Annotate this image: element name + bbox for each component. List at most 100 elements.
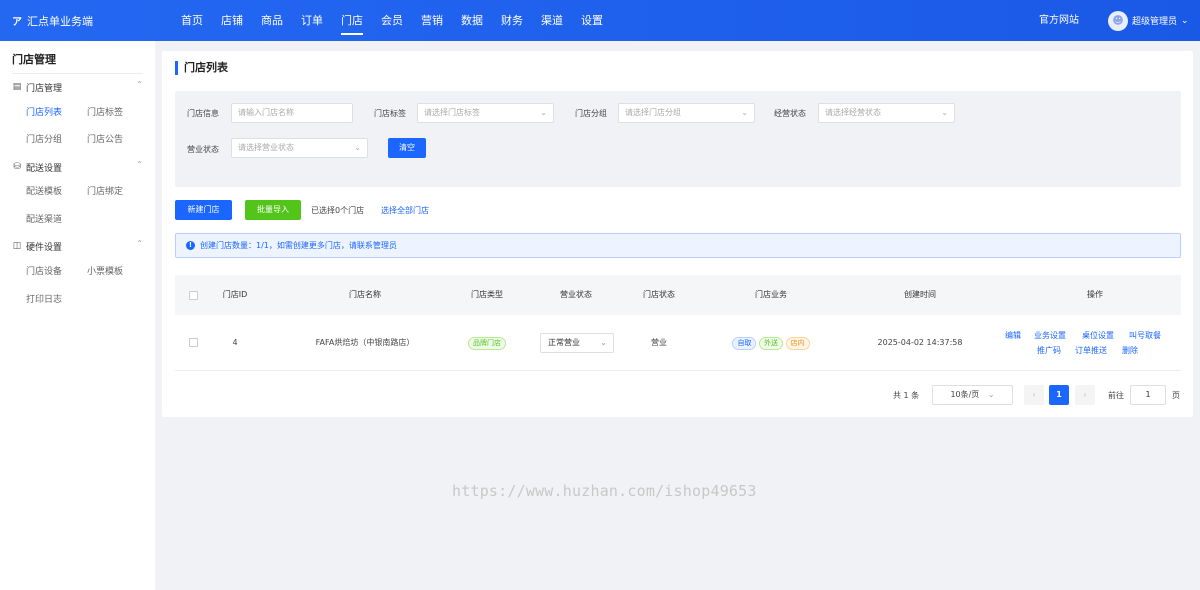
- chevron-down-icon: ⌄: [987, 390, 995, 399]
- watermark: https://www.huzhan.com/ishop49653: [452, 482, 757, 500]
- edit-link[interactable]: 编辑: [1005, 330, 1021, 341]
- store-group-select[interactable]: 请选择门店分组 ⌄: [618, 103, 755, 123]
- main-panel: 门店列表 门店信息 请输入门店名称 门店标签 请选择门店标签 ⌄ 门店分组 请选择…: [162, 51, 1193, 417]
- clear-button[interactable]: 清空: [388, 138, 426, 158]
- cell-store-id: 4: [232, 338, 238, 347]
- info-icon: !: [186, 241, 195, 250]
- sidebar-item-store-devices[interactable]: 门店设备: [26, 264, 62, 277]
- th-store-name: 门店名称: [349, 290, 381, 299]
- cell-created-time: 2025-04-02 14:37:58: [877, 338, 963, 347]
- top-nav: 首页 店铺 商品 订单 门店 会员 营销 数据 财务 渠道 设置: [172, 0, 612, 41]
- chevron-down-icon: ⌄: [354, 143, 361, 152]
- sidebar-divider: [12, 73, 143, 74]
- nav-stores[interactable]: 门店: [332, 0, 372, 41]
- page-suffix: 页: [1172, 391, 1180, 400]
- row-checkbox[interactable]: [189, 338, 198, 347]
- business-status-label: 营业状态: [187, 145, 219, 154]
- chevron-down-icon: ⌄: [1181, 15, 1189, 26]
- store-info-label: 门店信息: [187, 109, 219, 118]
- sidebar-item-store-binding[interactable]: 门店绑定: [87, 184, 123, 197]
- sidebar-item-store-list[interactable]: 门店列表: [26, 105, 62, 118]
- sidebar-group-label: 配送设置: [26, 163, 63, 174]
- sidebar-item-delivery-templates[interactable]: 配送模板: [26, 184, 62, 197]
- sidebar-item-store-groups[interactable]: 门店分组: [26, 132, 62, 145]
- goto-label: 前往: [1108, 391, 1124, 400]
- store-tag-label: 门店标签: [374, 109, 406, 118]
- nav-data[interactable]: 数据: [452, 0, 492, 41]
- delete-link[interactable]: 删除: [1122, 345, 1138, 356]
- business-status-value: 正常营业: [548, 338, 580, 347]
- top-bar: ア 汇点单业务端 首页 店铺 商品 订单 门店 会员 营销 数据 财务 渠道 设…: [0, 0, 1200, 41]
- order-push-link[interactable]: 订单推送: [1075, 345, 1107, 356]
- goto-page-input[interactable]: 1: [1130, 385, 1166, 405]
- sidebar-group-hardware-settings[interactable]: ◫ 硬件设置 ⌃: [12, 239, 143, 253]
- nav-shop[interactable]: 店铺: [212, 0, 252, 41]
- page-size-value: 10条/页: [950, 390, 980, 399]
- th-store-status: 门店状态: [643, 290, 675, 299]
- brand[interactable]: ア 汇点单业务端: [12, 0, 93, 41]
- nav-orders[interactable]: 订单: [292, 0, 332, 41]
- prev-page-button[interactable]: ‹: [1024, 385, 1044, 405]
- service-tag-delivery: 外送: [759, 337, 783, 350]
- operate-status-label: 经营状态: [774, 109, 806, 118]
- select-all-checkbox[interactable]: [189, 291, 198, 300]
- nav-settings[interactable]: 设置: [572, 0, 612, 41]
- sidebar-item-receipt-templates[interactable]: 小票模板: [87, 264, 123, 277]
- nav-goods[interactable]: 商品: [252, 0, 292, 41]
- store-tag-placeholder: 请选择门店标签: [424, 108, 480, 117]
- cell-store-services: 自取 外送 店内: [721, 315, 821, 371]
- th-business-status: 营业状态: [560, 290, 592, 299]
- operate-status-select[interactable]: 请选择经营状态 ⌄: [818, 103, 955, 123]
- page-button-current[interactable]: 1: [1049, 385, 1069, 405]
- sidebar-item-store-tags[interactable]: 门店标签: [87, 105, 123, 118]
- operate-status-placeholder: 请选择经营状态: [825, 108, 881, 117]
- next-page-button[interactable]: ›: [1075, 385, 1095, 405]
- chevron-down-icon: ⌄: [741, 108, 748, 117]
- store-tag-select[interactable]: 请选择门店标签 ⌄: [417, 103, 554, 123]
- nav-home[interactable]: 首页: [172, 0, 212, 41]
- business-status-select[interactable]: 请选择营业状态 ⌄: [231, 138, 368, 158]
- table-row: 4 FAFA烘焙坊（中银南路店） 品牌门店 正常营业 ⌄ 营业 自取 外送 店内…: [175, 315, 1181, 371]
- nav-finance[interactable]: 财务: [492, 0, 532, 41]
- th-created-time: 创建时间: [904, 290, 936, 299]
- chevron-up-icon: ⌃: [136, 160, 143, 169]
- promo-code-link[interactable]: 推广码: [1037, 345, 1061, 356]
- hardware-icon: ◫: [12, 241, 22, 251]
- th-operations: 操作: [1087, 290, 1103, 299]
- chevron-down-icon: ⌄: [540, 108, 547, 117]
- new-store-button[interactable]: 新建门店: [175, 200, 232, 220]
- sidebar-item-delivery-channels[interactable]: 配送渠道: [26, 212, 62, 225]
- store-icon: ▤: [12, 82, 22, 92]
- cell-store-name: FAFA烘焙坊（中银南路店）: [315, 338, 415, 347]
- nav-members[interactable]: 会员: [372, 0, 412, 41]
- page-size-select[interactable]: 10条/页 ⌄: [932, 385, 1013, 405]
- user-menu[interactable]: ☻ 超级管理员 ⌄: [1108, 0, 1189, 41]
- business-settings-link[interactable]: 业务设置: [1034, 330, 1066, 341]
- th-store-type: 门店类型: [471, 290, 503, 299]
- sidebar-item-print-logs[interactable]: 打印日志: [26, 292, 62, 305]
- select-all-link[interactable]: 选择全部门店: [381, 205, 429, 216]
- chevron-up-icon: ⌃: [136, 80, 143, 89]
- chevron-down-icon: ⌄: [600, 338, 607, 347]
- notice-bar: ! 创建门店数量：1/1，如需创建更多门店，请联系管理员: [175, 233, 1181, 258]
- official-site-link[interactable]: 官方网站: [1039, 0, 1079, 41]
- notice-text: 创建门店数量：1/1，如需创建更多门店，请联系管理员: [200, 241, 397, 250]
- store-type-tag: 品牌门店: [468, 337, 506, 350]
- sidebar-group-delivery-settings[interactable]: ⛁ 配送设置 ⌃: [12, 160, 143, 174]
- cell-store-type: 品牌门店: [457, 315, 517, 371]
- table-settings-link[interactable]: 桌位设置: [1082, 330, 1114, 341]
- brand-name: 汇点单业务端: [27, 14, 93, 28]
- nav-channels[interactable]: 渠道: [532, 0, 572, 41]
- avatar: ☻: [1108, 10, 1128, 31]
- store-group-placeholder: 请选择门店分组: [625, 108, 681, 117]
- sidebar-item-store-notices[interactable]: 门店公告: [87, 132, 123, 145]
- business-status-dropdown[interactable]: 正常营业 ⌄: [540, 333, 614, 353]
- nav-marketing[interactable]: 营销: [412, 0, 452, 41]
- th-store-services: 门店业务: [755, 290, 787, 299]
- th-store-id: 门店ID: [222, 290, 248, 299]
- store-info-input[interactable]: 请输入门店名称: [231, 103, 353, 123]
- chevron-up-icon: ⌃: [136, 239, 143, 248]
- sidebar-group-store-management[interactable]: ▤ 门店管理 ⌃: [12, 80, 143, 94]
- call-number-link[interactable]: 叫号取餐: [1129, 330, 1161, 341]
- batch-import-button[interactable]: 批量导入: [245, 200, 301, 220]
